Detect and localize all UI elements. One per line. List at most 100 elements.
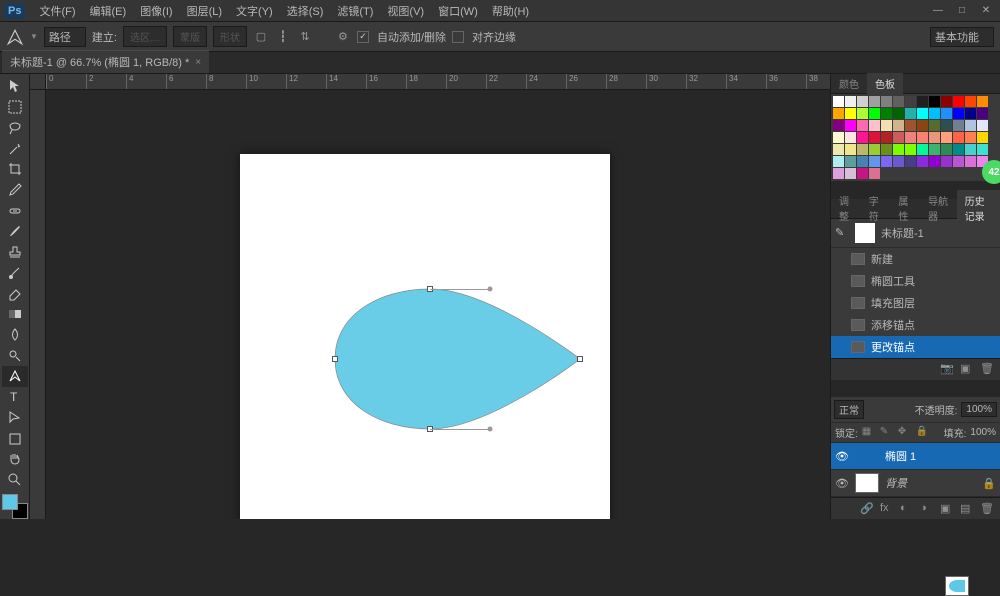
color-swatch[interactable]: [905, 156, 916, 167]
marquee-tool[interactable]: [2, 97, 28, 118]
color-swatch[interactable]: [893, 156, 904, 167]
color-swatch[interactable]: [893, 132, 904, 143]
gear-icon[interactable]: ⚙: [335, 29, 351, 45]
color-swatch[interactable]: [941, 156, 952, 167]
group-icon[interactable]: ▣: [940, 502, 954, 516]
color-swatch[interactable]: [881, 156, 892, 167]
color-swatch[interactable]: [941, 132, 952, 143]
color-swatch[interactable]: [845, 156, 856, 167]
brush-tool[interactable]: [2, 221, 28, 242]
color-swatch[interactable]: [845, 120, 856, 131]
path-ops-icon[interactable]: ▢: [253, 29, 269, 45]
color-swatch[interactable]: [929, 144, 940, 155]
color-swatch[interactable]: [833, 156, 844, 167]
color-swatch[interactable]: [857, 144, 868, 155]
history-item[interactable]: 添移锚点: [831, 314, 1000, 336]
color-swatch[interactable]: [845, 144, 856, 155]
color-swatch[interactable]: [953, 120, 964, 131]
lasso-tool[interactable]: [2, 117, 28, 138]
blur-tool[interactable]: [2, 325, 28, 346]
color-swatch[interactable]: [977, 132, 988, 143]
color-swatch[interactable]: [941, 120, 952, 131]
lock-transparency-icon[interactable]: ▦: [862, 426, 876, 440]
history-document-row[interactable]: ✎ 未标题-1: [831, 219, 1000, 248]
menu-item[interactable]: 滤镜(T): [331, 1, 379, 21]
color-swatch[interactable]: [965, 156, 976, 167]
color-swatch[interactable]: [869, 108, 880, 119]
color-swatch[interactable]: [965, 144, 976, 155]
history-item[interactable]: 新建: [831, 248, 1000, 270]
menu-item[interactable]: 窗口(W): [432, 1, 484, 21]
history-item[interactable]: 椭圆工具: [831, 270, 1000, 292]
pen-tool[interactable]: [2, 366, 28, 387]
zoom-tool[interactable]: [2, 470, 28, 491]
color-swatch[interactable]: [845, 132, 856, 143]
build-shape-button[interactable]: 形状: [213, 26, 247, 47]
visibility-icon[interactable]: 👁: [835, 477, 849, 490]
panel-tab[interactable]: 颜色: [831, 73, 867, 94]
align-edges-checkbox[interactable]: [452, 31, 464, 43]
history-item[interactable]: 填充图层: [831, 292, 1000, 314]
color-swatch[interactable]: [941, 108, 952, 119]
menu-item[interactable]: 文件(F): [33, 1, 81, 21]
color-swatch[interactable]: [917, 132, 928, 143]
color-swatch[interactable]: [965, 96, 976, 107]
path-align-icon[interactable]: ┇: [275, 29, 291, 45]
color-swatch[interactable]: [917, 108, 928, 119]
color-swatch[interactable]: [941, 96, 952, 107]
color-swatch[interactable]: [965, 132, 976, 143]
maximize-button[interactable]: □: [952, 4, 972, 18]
menu-item[interactable]: 视图(V): [381, 1, 430, 21]
wand-tool[interactable]: [2, 138, 28, 159]
menu-item[interactable]: 图层(L): [181, 1, 228, 21]
visibility-icon[interactable]: 👁: [835, 450, 849, 463]
new-snapshot-icon[interactable]: ▣: [960, 362, 974, 376]
color-swatch[interactable]: [869, 168, 880, 179]
color-swatch[interactable]: [977, 120, 988, 131]
layer-row[interactable]: 👁椭圆 1: [831, 443, 1000, 470]
color-swatch[interactable]: [953, 156, 964, 167]
color-swatch[interactable]: [941, 144, 952, 155]
color-swatch[interactable]: [917, 156, 928, 167]
handle-point[interactable]: [488, 287, 493, 292]
link-icon[interactable]: 🔗: [860, 502, 874, 516]
color-swatch[interactable]: [869, 96, 880, 107]
color-swatch[interactable]: [905, 120, 916, 131]
trash-icon[interactable]: 🗑: [980, 362, 994, 376]
color-swatch[interactable]: [845, 168, 856, 179]
history-brush-tool[interactable]: [2, 262, 28, 283]
eyedropper-tool[interactable]: [2, 180, 28, 201]
color-swatch[interactable]: [857, 96, 868, 107]
color-swatch[interactable]: [881, 108, 892, 119]
color-swatch[interactable]: [893, 120, 904, 131]
color-swatch[interactable]: [953, 144, 964, 155]
color-swatch[interactable]: [965, 120, 976, 131]
history-item[interactable]: 更改锚点: [831, 336, 1000, 358]
path-arrange-icon[interactable]: ⇅: [297, 29, 313, 45]
ellipse-shape[interactable]: [330, 284, 590, 437]
color-swatch[interactable]: [953, 108, 964, 119]
color-swatch[interactable]: [857, 120, 868, 131]
document-canvas[interactable]: [240, 154, 610, 519]
color-swatch[interactable]: [833, 168, 844, 179]
color-swatch[interactable]: [833, 120, 844, 131]
color-swatch[interactable]: [893, 144, 904, 155]
auto-add-checkbox[interactable]: [357, 31, 369, 43]
menu-item[interactable]: 图像(I): [134, 1, 178, 21]
adjustment-icon[interactable]: ◑: [920, 502, 934, 516]
close-button[interactable]: ✕: [976, 4, 996, 18]
color-swatch[interactable]: [905, 144, 916, 155]
build-mask-button[interactable]: 蒙版: [173, 26, 207, 47]
color-swatch[interactable]: [917, 96, 928, 107]
color-swatch[interactable]: [917, 120, 928, 131]
healing-tool[interactable]: [2, 200, 28, 221]
shape-tool[interactable]: [2, 428, 28, 449]
color-swatch[interactable]: [869, 120, 880, 131]
opacity-input[interactable]: 100%: [961, 402, 997, 417]
eraser-tool[interactable]: [2, 283, 28, 304]
move-tool[interactable]: [2, 76, 28, 97]
camera-icon[interactable]: 📷: [940, 362, 954, 376]
document-tab[interactable]: 未标题-1 @ 66.7% (椭圆 1, RGB/8) * ×: [2, 50, 209, 73]
fill-input[interactable]: 100%: [970, 427, 996, 438]
color-swatch[interactable]: [965, 108, 976, 119]
